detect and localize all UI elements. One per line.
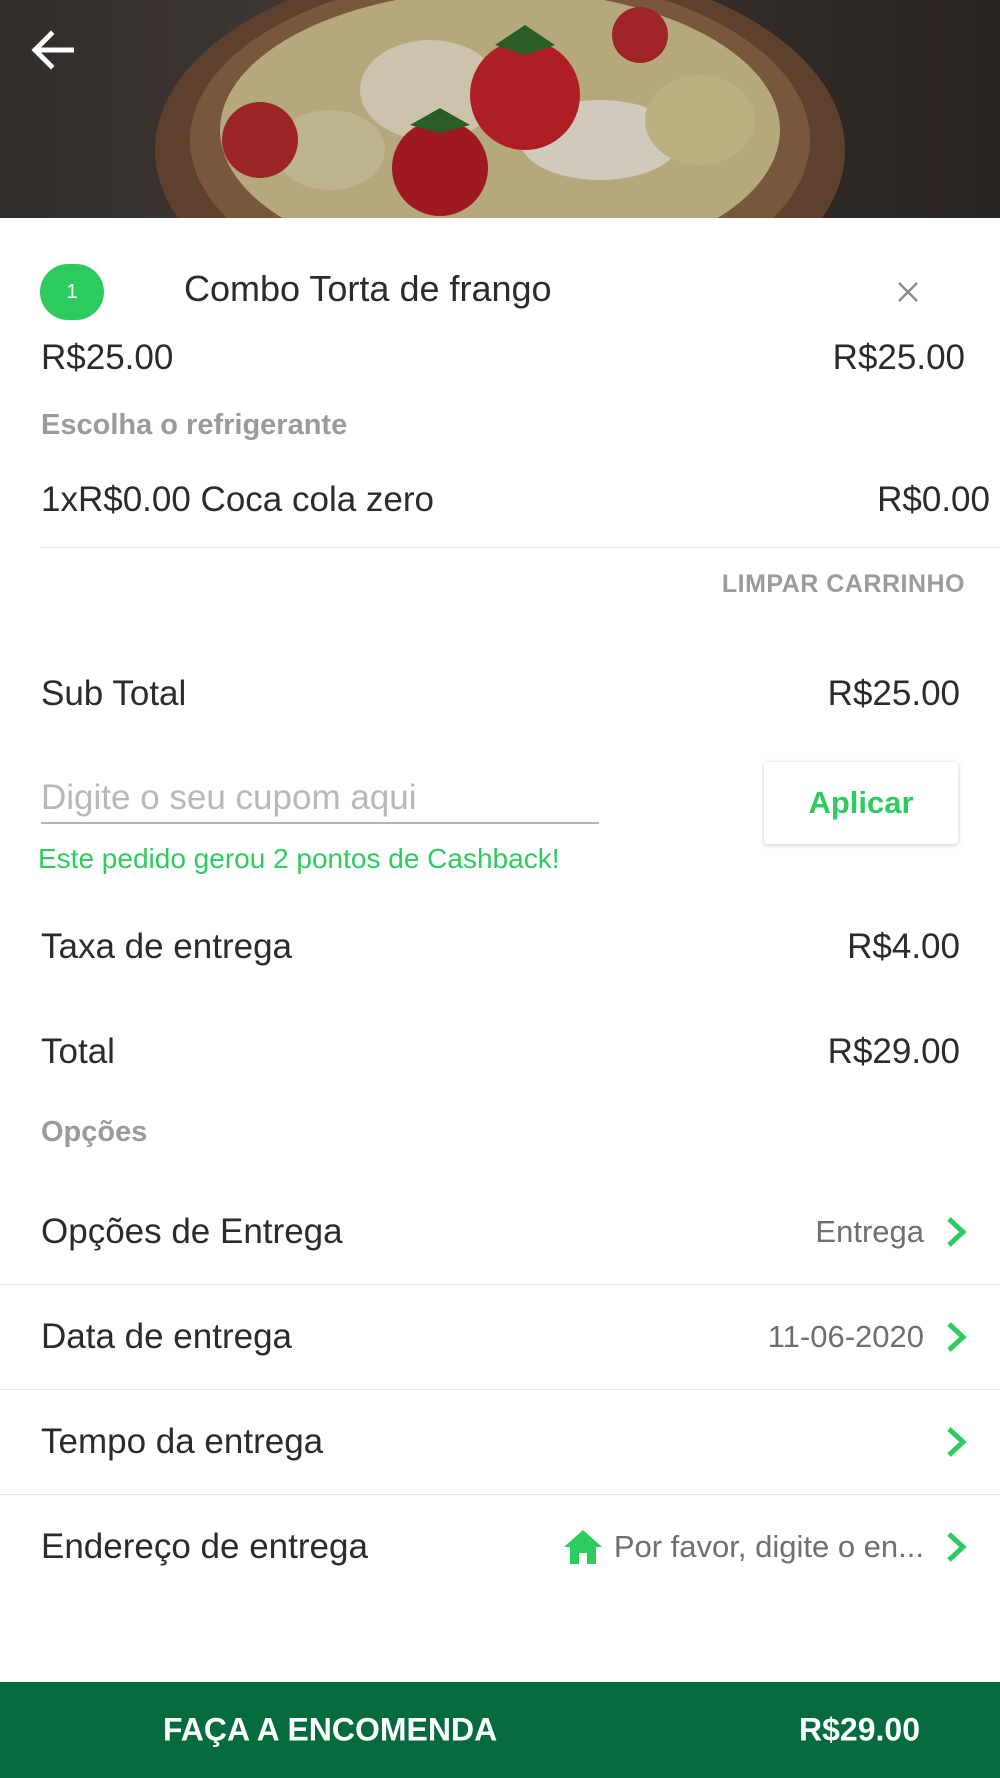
- item-line-total: R$25.00: [832, 338, 965, 377]
- place-order-total: R$29.00: [799, 1711, 920, 1748]
- option-value: Entrega: [815, 1214, 924, 1249]
- option-delivery-address[interactable]: Endereço de entrega Por favor, digite o …: [0, 1495, 1000, 1599]
- place-order-label: FAÇA A ENCOMENDA: [163, 1711, 498, 1748]
- option-label: Opções de Entrega: [41, 1212, 343, 1251]
- home-icon: [563, 1530, 602, 1564]
- addon-item: 1xR$0.00 Coca cola zero: [41, 480, 434, 519]
- coupon-input[interactable]: [41, 774, 599, 824]
- cashback-message: Este pedido gerou 2 pontos de Cashback!: [38, 843, 560, 874]
- subtotal-label: Sub Total: [41, 674, 187, 713]
- option-delivery-date[interactable]: Data de entrega 11-06-2020: [0, 1285, 1000, 1389]
- option-label: Tempo da entrega: [41, 1422, 324, 1461]
- item-unit-price: R$25.00: [41, 338, 174, 377]
- option-delivery-time[interactable]: Tempo da entrega: [0, 1390, 1000, 1494]
- remove-item-button[interactable]: [888, 272, 928, 312]
- hero-image: [0, 0, 1000, 218]
- total-value: R$29.00: [827, 1032, 960, 1071]
- item-name: Combo Torta de frango: [184, 268, 552, 309]
- apply-coupon-button[interactable]: Aplicar: [764, 762, 958, 844]
- option-label: Data de entrega: [41, 1317, 293, 1356]
- options-section-label: Opções: [41, 1116, 148, 1148]
- delivery-fee-value: R$4.00: [847, 927, 960, 966]
- food-photo: [0, 0, 1000, 218]
- chevron-right-icon: [947, 1322, 967, 1352]
- delivery-fee-label: Taxa de entrega: [41, 927, 293, 966]
- option-label: Endereço de entrega: [41, 1527, 368, 1566]
- quantity-badge: 1: [40, 264, 104, 320]
- arrow-left-icon: [31, 30, 74, 70]
- option-value: Por favor, digite o en...: [613, 1529, 924, 1564]
- option-delivery-type[interactable]: Opções de Entrega Entrega: [0, 1180, 1000, 1284]
- back-button[interactable]: [30, 30, 94, 94]
- clear-cart-button[interactable]: LIMPAR CARRINHO: [722, 570, 965, 599]
- close-icon: [898, 282, 918, 302]
- subtotal-value: R$25.00: [827, 674, 960, 713]
- option-value-wrapper: Por favor, digite o en...: [562, 1528, 924, 1566]
- chevron-right-icon: [947, 1217, 967, 1247]
- option-value: 11-06-2020: [767, 1319, 924, 1354]
- addon-price: R$0.00: [877, 480, 990, 519]
- total-label: Total: [41, 1032, 115, 1071]
- option-group-label: Escolha o refrigerante: [41, 409, 348, 441]
- place-order-button[interactable]: FAÇA A ENCOMENDA R$29.00: [0, 1682, 1000, 1778]
- chevron-right-icon: [947, 1532, 967, 1562]
- divider: [40, 547, 1000, 548]
- chevron-right-icon: [947, 1427, 967, 1457]
